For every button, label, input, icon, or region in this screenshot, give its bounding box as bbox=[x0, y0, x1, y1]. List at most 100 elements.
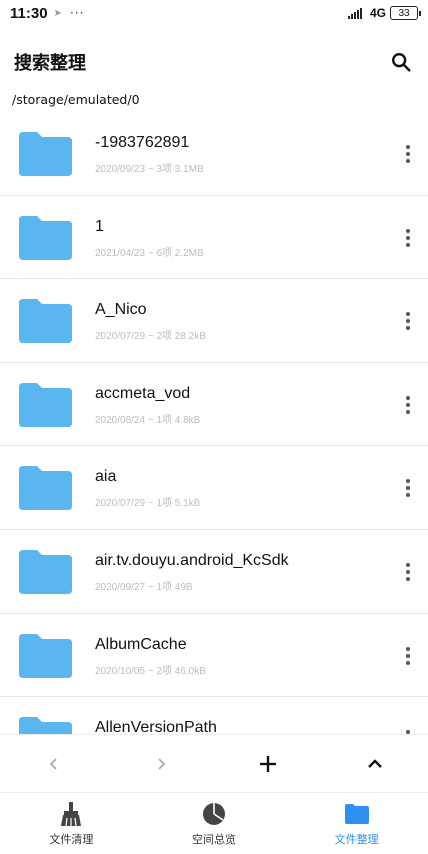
app-header: 搜索整理 bbox=[0, 44, 428, 80]
more-dot bbox=[406, 319, 410, 324]
more-dot bbox=[406, 228, 410, 233]
file-info: 1 2021/04/23 ~ 6项 2.2MB bbox=[95, 218, 204, 259]
tab-space-overview[interactable]: 空间总览 bbox=[143, 793, 286, 854]
more-options-button[interactable] bbox=[398, 393, 418, 417]
forward-button[interactable] bbox=[107, 735, 214, 792]
file-name: air.tv.douyu.android_KcSdk bbox=[95, 551, 289, 569]
file-list-item[interactable]: 1 2021/04/23 ~ 6项 2.2MB bbox=[0, 196, 428, 280]
back-button[interactable] bbox=[0, 735, 107, 792]
file-info: AlbumCache 2020/10/05 ~ 2项 46.0kB bbox=[95, 636, 206, 677]
more-options-button[interactable] bbox=[398, 560, 418, 584]
file-info: air.tv.douyu.android_KcSdk 2020/09/27 ~ … bbox=[95, 552, 289, 593]
file-info: accmeta_vod 2020/08/24 ~ 1项 4.8kB bbox=[95, 385, 200, 426]
battery-level: 33 bbox=[398, 7, 410, 19]
more-dot bbox=[406, 402, 410, 407]
more-dot bbox=[406, 242, 410, 247]
folder-icon bbox=[19, 215, 72, 260]
more-options-button[interactable] bbox=[398, 727, 418, 734]
file-name: A_Nico bbox=[95, 301, 147, 319]
more-dot bbox=[406, 152, 410, 156]
page-title: 搜索整理 bbox=[14, 53, 86, 74]
file-list[interactable]: -1983762891 2020/09/23 ~ 3项 3.1MB 1 2021… bbox=[0, 112, 428, 734]
file-list-item[interactable]: A_Nico 2020/07/29 ~ 2项 28.2kB bbox=[0, 279, 428, 363]
search-button[interactable] bbox=[388, 49, 414, 75]
pie-chart-icon bbox=[203, 803, 225, 825]
folder-icon bbox=[19, 717, 72, 734]
battery-icon: 33 bbox=[390, 6, 421, 20]
file-info: AllenVersionPath bbox=[95, 719, 217, 734]
more-dot bbox=[406, 159, 410, 163]
more-dot bbox=[406, 576, 410, 581]
more-dot bbox=[406, 235, 410, 240]
file-name: accmeta_vod bbox=[95, 384, 191, 402]
file-name: 1 bbox=[95, 217, 104, 235]
file-list-item[interactable]: AllenVersionPath bbox=[0, 697, 428, 734]
tab-file-cleanup[interactable]: 文件清理 bbox=[0, 793, 143, 854]
file-name: AlbumCache bbox=[95, 635, 187, 653]
file-meta: 2020/09/23 ~ 3项 3.1MB bbox=[95, 164, 204, 175]
location-arrow-icon: ➤ bbox=[53, 7, 62, 19]
more-dot bbox=[406, 145, 410, 149]
signal-icon bbox=[347, 7, 366, 19]
file-name: AllenVersionPath bbox=[95, 719, 217, 734]
more-dot bbox=[406, 493, 410, 498]
more-dot bbox=[406, 653, 410, 658]
tab-label: 文件清理 bbox=[49, 833, 94, 846]
chevron-up-icon bbox=[367, 758, 382, 768]
file-info: A_Nico 2020/07/29 ~ 2项 28.2kB bbox=[95, 301, 206, 342]
chevron-right-icon bbox=[157, 757, 165, 770]
folder-icon bbox=[19, 132, 72, 176]
more-options-button[interactable] bbox=[398, 309, 418, 333]
folder-icon bbox=[19, 382, 72, 427]
up-directory-button[interactable] bbox=[321, 735, 428, 792]
file-meta: 2020/07/29 ~ 2项 28.2kB bbox=[95, 331, 206, 343]
tab-label: 文件整理 bbox=[334, 833, 379, 846]
more-dot bbox=[406, 395, 410, 400]
network-type: 4G bbox=[369, 6, 386, 20]
bottom-tab-bar: 文件清理 空间总览 文件整理 bbox=[0, 792, 428, 854]
chevron-left-icon bbox=[49, 757, 57, 770]
folder-icon bbox=[344, 804, 369, 824]
folder-icon bbox=[19, 299, 72, 344]
file-name: aia bbox=[95, 468, 117, 486]
folder-icon bbox=[19, 633, 72, 678]
tab-file-organize[interactable]: 文件整理 bbox=[285, 793, 428, 854]
file-meta: 2021/04/23 ~ 6项 2.2MB bbox=[95, 247, 204, 259]
broom-icon bbox=[61, 802, 82, 827]
more-options-button[interactable] bbox=[398, 142, 418, 166]
file-list-item[interactable]: -1983762891 2020/09/23 ~ 3项 3.1MB bbox=[0, 112, 428, 196]
file-meta: 2020/08/24 ~ 1项 4.8kB bbox=[95, 414, 201, 426]
more-dot bbox=[406, 646, 410, 651]
file-list-item[interactable]: air.tv.douyu.android_KcSdk 2020/09/27 ~ … bbox=[0, 530, 428, 614]
file-name: -1983762891 bbox=[95, 134, 190, 151]
more-options-button[interactable] bbox=[398, 476, 418, 500]
navigation-toolbar bbox=[0, 734, 428, 792]
more-dot bbox=[406, 312, 410, 317]
file-meta: 2020/09/27 ~ 1项 49B bbox=[95, 581, 193, 593]
more-options-button[interactable] bbox=[398, 644, 418, 668]
more-dot bbox=[406, 409, 410, 414]
tab-label: 空间总览 bbox=[192, 833, 236, 846]
folder-icon bbox=[19, 549, 72, 594]
file-meta: 2020/10/05 ~ 2项 46.0kB bbox=[95, 665, 206, 677]
more-dot bbox=[406, 486, 410, 491]
add-button[interactable] bbox=[214, 735, 321, 792]
more-dot bbox=[406, 660, 410, 665]
more-dot bbox=[406, 326, 410, 331]
more-dot bbox=[406, 479, 410, 484]
more-dot bbox=[406, 569, 410, 574]
plus-icon bbox=[259, 755, 276, 772]
file-list-item[interactable]: aia 2020/07/29 ~ 1项 5.1kB bbox=[0, 446, 428, 530]
file-info: aia 2020/07/29 ~ 1项 5.1kB bbox=[95, 468, 200, 509]
status-bar: 11:30 ➤ ··· 4G 33 bbox=[0, 0, 428, 26]
search-icon bbox=[392, 53, 411, 72]
current-path: /storage/emulated/0 bbox=[12, 92, 140, 107]
status-dots: ··· bbox=[69, 6, 85, 20]
file-list-item[interactable]: AlbumCache 2020/10/05 ~ 2项 46.0kB bbox=[0, 614, 428, 698]
more-options-button[interactable] bbox=[398, 226, 418, 250]
status-time: 11:30 bbox=[10, 4, 48, 22]
file-meta: 2020/07/29 ~ 1项 5.1kB bbox=[95, 498, 201, 510]
file-list-item[interactable]: accmeta_vod 2020/08/24 ~ 1项 4.8kB bbox=[0, 363, 428, 447]
file-info: -1983762891 2020/09/23 ~ 3项 3.1MB bbox=[95, 134, 204, 175]
folder-icon bbox=[19, 466, 72, 511]
